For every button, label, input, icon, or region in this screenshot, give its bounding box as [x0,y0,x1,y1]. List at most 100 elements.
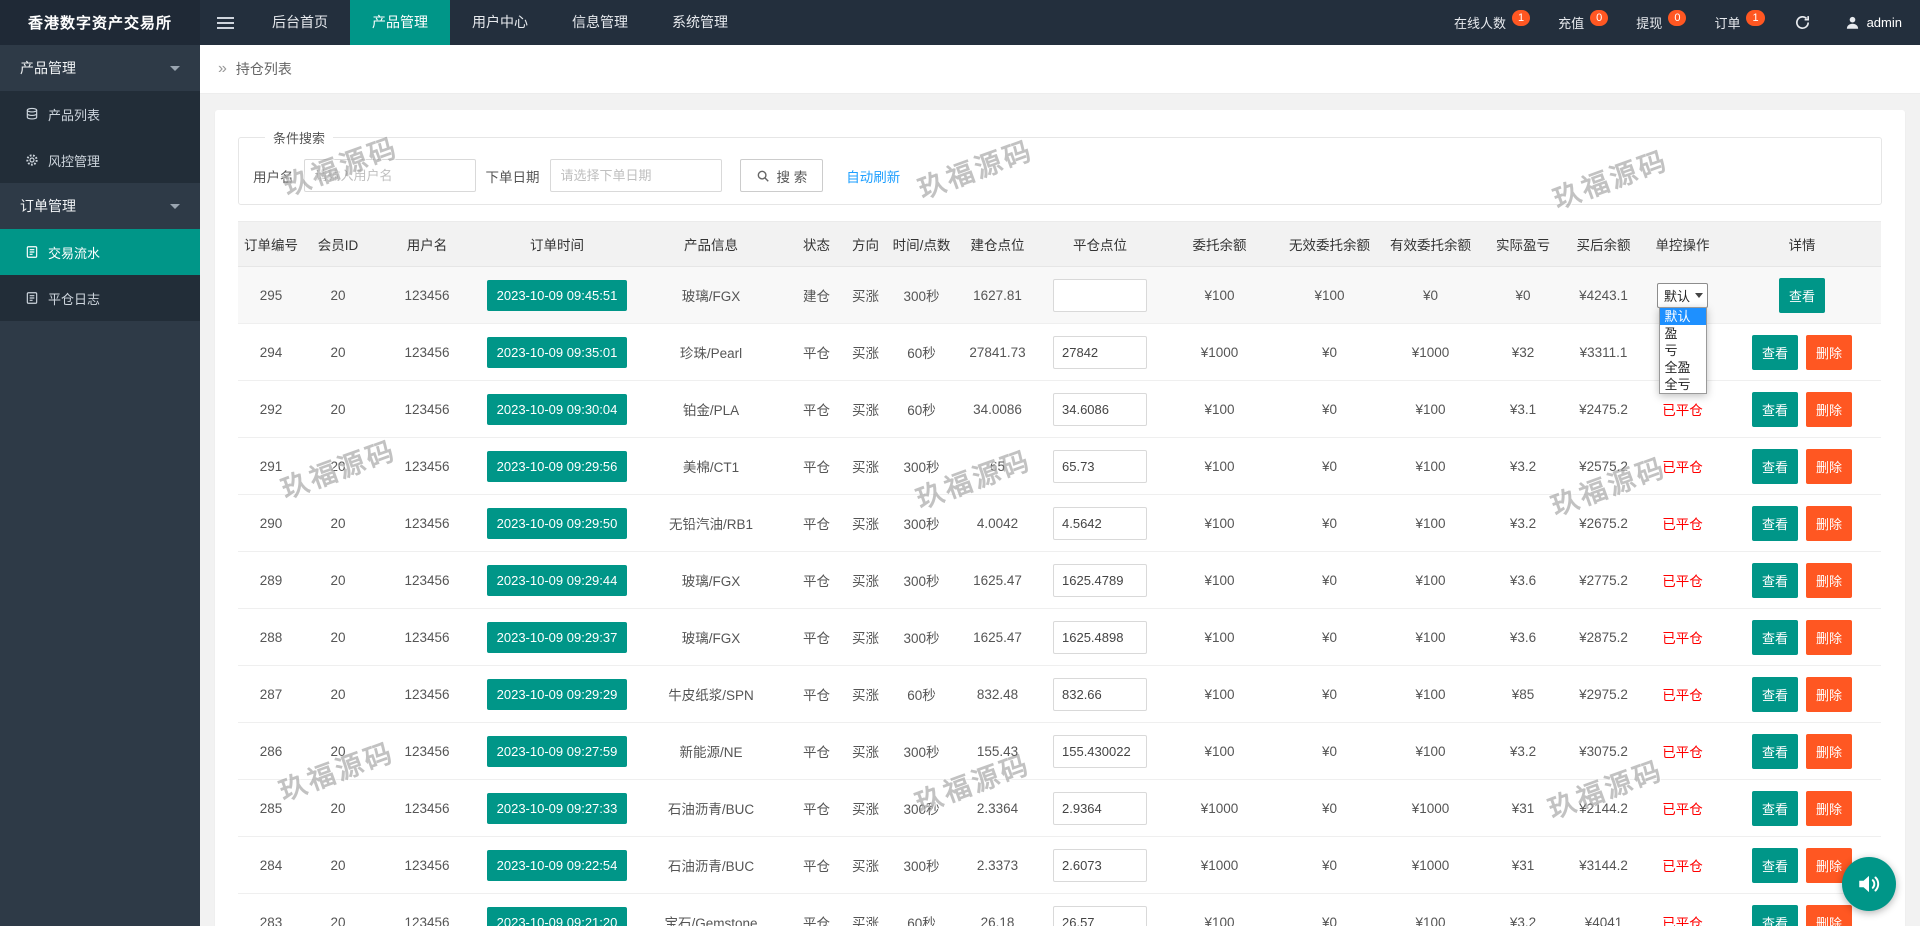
order-time-button[interactable]: 2023-10-09 09:29:44 [486,564,628,596]
open-point: 65 [955,437,1040,495]
direction-label: 买涨 [843,893,888,926]
entrust-balance: ¥100 [1160,665,1279,723]
sidebar-item-trade-flow[interactable]: 交易流水 [0,229,200,275]
delete-button[interactable]: 删除 [1806,334,1853,370]
delete-button[interactable]: 删除 [1806,391,1853,427]
close-point-input[interactable] [1053,791,1147,825]
delete-button[interactable]: 删除 [1806,733,1853,769]
invalid-entrust-balance: ¥0 [1279,551,1380,609]
sidebar-item-close-log[interactable]: 平仓日志 [0,275,200,321]
close-point-input[interactable] [1053,620,1147,654]
close-point-input[interactable] [1053,905,1147,926]
duration: 60秒 [888,893,955,926]
view-button[interactable]: 查看 [1751,505,1798,541]
auto-refresh-link[interactable]: 自动刷新 [846,166,900,186]
close-point-input[interactable] [1053,677,1147,711]
top-nav: 后台首页 产品管理 用户中心 信息管理 系统管理 [250,0,750,45]
view-button[interactable]: 查看 [1778,277,1825,313]
order-time-button[interactable]: 2023-10-09 09:29:56 [486,450,628,482]
stat-withdraw[interactable]: 提现 0 [1622,0,1700,45]
delete-button[interactable]: 删除 [1806,790,1853,826]
table-row: 291 20 123456 2023-10-09 09:29:56 美棉/CT1 平仓 买涨… [238,437,1881,495]
product-info: 石油沥青/BUC [632,836,790,894]
close-point-input[interactable] [1053,392,1147,426]
control-select[interactable]: 默认 [1656,282,1708,308]
order-time-button[interactable]: 2023-10-09 09:22:54 [486,849,628,881]
order-time-button[interactable]: 2023-10-09 09:21:20 [486,906,628,926]
stat-orders[interactable]: 订单 1 [1700,0,1778,45]
control-cell: 已平仓 [1642,551,1723,609]
nav-item-info[interactable]: 信息管理 [550,0,650,45]
search-button[interactable]: 搜 索 [739,159,824,192]
close-point-input[interactable] [1053,848,1147,882]
select-option[interactable]: 全盈 [1660,359,1706,376]
nav-item-home[interactable]: 后台首页 [250,0,350,45]
sidebar-group-orders[interactable]: 订单管理 [0,183,200,229]
invalid-entrust-balance: ¥0 [1279,437,1380,495]
view-button[interactable]: 查看 [1751,790,1798,826]
hamburger-icon[interactable] [200,0,250,45]
close-point-input[interactable] [1053,449,1147,483]
entrust-balance: ¥1000 [1160,779,1279,837]
delete-button[interactable]: 删除 [1806,448,1853,484]
nav-item-users[interactable]: 用户中心 [450,0,550,45]
stat-recharge[interactable]: 充值 0 [1544,0,1622,45]
view-button[interactable]: 查看 [1751,334,1798,370]
refresh-icon[interactable] [1779,0,1827,45]
sidebar-group-products[interactable]: 产品管理 [0,45,200,91]
view-button[interactable]: 查看 [1751,619,1798,655]
valid-entrust-balance: ¥100 [1380,893,1481,926]
select-option[interactable]: 默认 [1659,308,1706,325]
control-cell: 已平仓 [1642,437,1723,495]
select-option[interactable]: 亏 [1660,342,1706,359]
username-input[interactable] [303,159,476,192]
close-point-input[interactable] [1053,335,1147,369]
view-button[interactable]: 查看 [1751,733,1798,769]
product-info: 玻璃/FGX [632,266,790,324]
close-point-cell [1040,665,1160,723]
column-header: 建仓点位 [955,221,1040,267]
close-point-input[interactable] [1053,506,1147,540]
duration: 60秒 [888,380,955,438]
order-time-button[interactable]: 2023-10-09 09:27:33 [486,792,628,824]
control-cell: 已平仓 [1642,779,1723,837]
close-point-input[interactable] [1053,734,1147,768]
view-button[interactable]: 查看 [1751,847,1798,883]
delete-button[interactable]: 删除 [1806,904,1853,926]
user-menu[interactable]: admin [1827,0,1920,45]
order-id: 283 [238,893,304,926]
close-point-cell [1040,779,1160,837]
order-date-input[interactable] [549,159,722,192]
stat-online[interactable]: 在线人数 1 [1440,0,1544,45]
order-time-button[interactable]: 2023-10-09 09:30:04 [486,393,628,425]
delete-button[interactable]: 删除 [1806,562,1853,598]
open-point: 155.43 [955,722,1040,780]
view-button[interactable]: 查看 [1751,391,1798,427]
select-option[interactable]: 盈 [1660,325,1706,342]
delete-button[interactable]: 删除 [1806,505,1853,541]
order-time-button[interactable]: 2023-10-09 09:45:51 [486,279,628,311]
view-button[interactable]: 查看 [1751,562,1798,598]
sidebar-item-product-list[interactable]: 产品列表 [0,91,200,137]
view-button[interactable]: 查看 [1751,448,1798,484]
sound-button[interactable] [1842,857,1896,911]
close-point-input[interactable] [1053,563,1147,597]
nav-item-products[interactable]: 产品管理 [350,0,450,45]
select-option[interactable]: 全亏 [1660,376,1706,393]
delete-button[interactable]: 删除 [1806,676,1853,712]
delete-button[interactable]: 删除 [1806,619,1853,655]
order-time-button[interactable]: 2023-10-09 09:29:37 [486,621,628,653]
nav-item-system[interactable]: 系统管理 [650,0,750,45]
order-time-button[interactable]: 2023-10-09 09:29:29 [486,678,628,710]
duration: 300秒 [888,722,955,780]
view-button[interactable]: 查看 [1751,676,1798,712]
close-point-input[interactable] [1053,278,1147,312]
sidebar-item-risk[interactable]: 风控管理 [0,137,200,183]
order-time-button[interactable]: 2023-10-09 09:35:01 [486,336,628,368]
order-time-button[interactable]: 2023-10-09 09:29:50 [486,507,628,539]
table-row: 289 20 123456 2023-10-09 09:29:44 玻璃/FGX 平仓 买涨… [238,551,1881,609]
order-time-button[interactable]: 2023-10-09 09:27:59 [486,735,628,767]
view-button[interactable]: 查看 [1751,904,1798,926]
after-buy-balance: ¥2975.2 [1565,665,1642,723]
close-point-cell [1040,380,1160,438]
